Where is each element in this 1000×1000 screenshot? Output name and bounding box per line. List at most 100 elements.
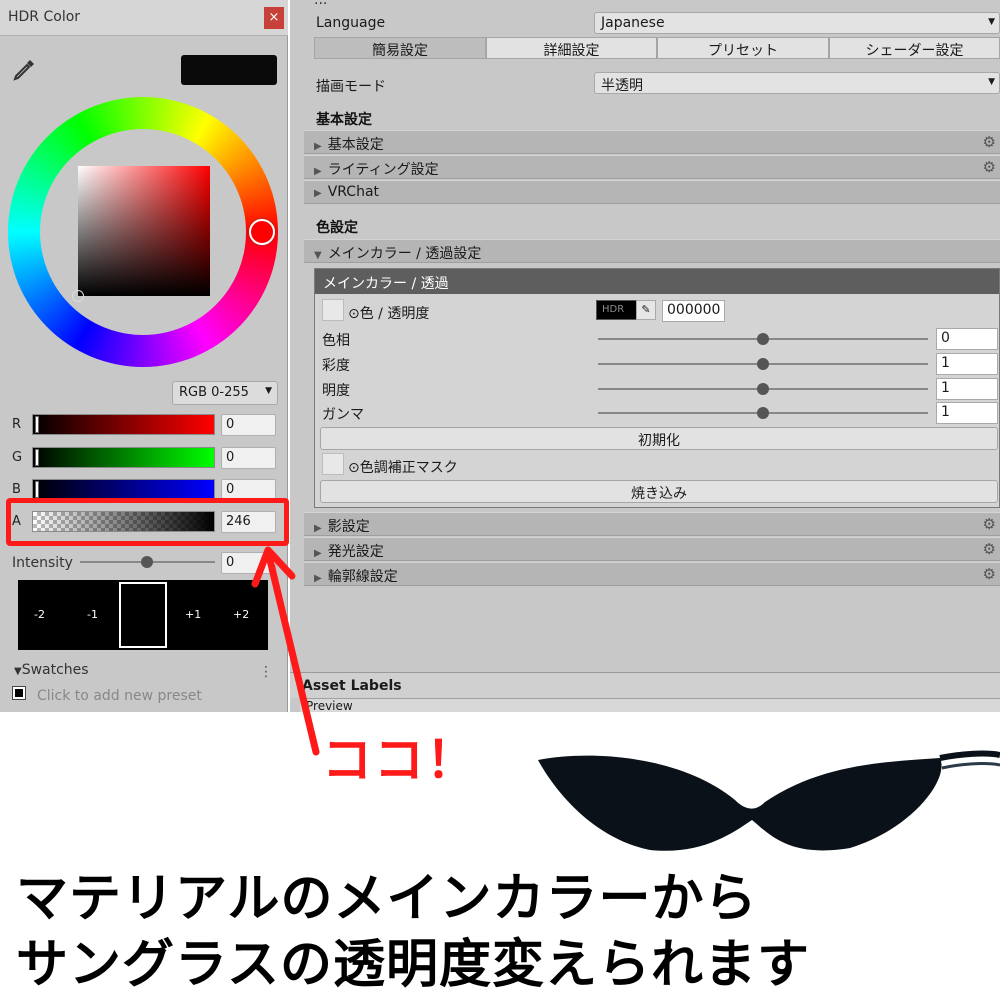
bake-button[interactable]: 焼き込み (320, 480, 998, 503)
intensity-value-field[interactable]: 0 (221, 552, 276, 574)
saturation-value-handle[interactable] (72, 290, 84, 302)
language-value: Japanese (601, 15, 665, 31)
intensity-slider-thumb[interactable] (141, 556, 153, 568)
gear-icon[interactable]: ⚙ (983, 565, 996, 583)
triangle-right-icon: ▶ (314, 548, 322, 559)
swatches-foldout[interactable]: ▼Swatches (14, 662, 89, 678)
truncated-heading: ... (314, 0, 328, 8)
render-mode-value: 半透明 (601, 78, 643, 94)
chevron-down-icon: ▼ (988, 17, 995, 27)
intensity-stop[interactable]: +2 (233, 608, 249, 621)
triangle-down-icon: ▼ (14, 666, 22, 677)
color-preview-swatch (181, 55, 277, 85)
fold-shadow-settings[interactable]: ▶ 影設定 ⚙ (304, 512, 1000, 536)
gear-icon[interactable]: ⚙ (983, 133, 996, 151)
color-mode-select[interactable]: RGB 0-255 ▼ (172, 381, 278, 405)
color-mode-value: RGB 0-255 (179, 385, 249, 400)
brightness-slider-thumb[interactable] (757, 383, 769, 395)
saturation-slider-thumb[interactable] (757, 358, 769, 370)
hdr-color-titlebar: HDR Color × (0, 0, 288, 36)
tab-simple-settings[interactable]: 簡易設定 (314, 37, 486, 59)
close-button[interactable]: × (264, 7, 284, 29)
brightness-label: 明度 (322, 383, 350, 399)
fold-emission-settings[interactable]: ▶ 発光設定 ⚙ (304, 537, 1000, 561)
fold-label: ライティング設定 (327, 162, 439, 178)
kebab-menu-icon[interactable]: ⋮ (259, 664, 273, 680)
triangle-right-icon: ▶ (314, 523, 322, 534)
intensity-swatch-strip: -2 -1 +1 +2 (18, 580, 268, 650)
intensity-stop[interactable]: -1 (87, 608, 98, 621)
alpha-highlight-box (6, 498, 289, 546)
slider-knob[interactable] (35, 416, 39, 433)
hue-value-field[interactable]: 0 (936, 328, 998, 350)
caption-line-1: マテリアルのメインカラーから (16, 869, 758, 929)
saturation-value-field[interactable]: 1 (936, 353, 998, 375)
color-field-swatch[interactable]: HDR (596, 300, 640, 320)
fold-label: 基本設定 (327, 137, 384, 153)
reset-button[interactable]: 初期化 (320, 427, 998, 450)
eyedropper-icon[interactable]: ✎ (636, 300, 656, 320)
fold-label: 輪郭線設定 (327, 569, 398, 585)
render-mode-label: 描画モード (316, 79, 386, 95)
gear-icon[interactable]: ⚙ (983, 158, 996, 176)
intensity-stop[interactable]: +1 (185, 608, 201, 621)
saturation-value-square[interactable] (78, 166, 210, 296)
fold-main-color[interactable]: ▼ メインカラー / 透過設定 (304, 239, 1000, 263)
tab-detail-settings[interactable]: 詳細設定 (486, 37, 657, 59)
channel-label-r: R (12, 417, 22, 432)
material-inspector: ... Language Japanese ▼ 簡易設定 詳細設定 プリセット … (290, 0, 1000, 712)
fold-label: メインカラー / 透過設定 (327, 246, 482, 262)
color-toggle-checkbox[interactable] (322, 299, 344, 321)
asset-labels-bar[interactable]: Asset Labels (290, 672, 1000, 698)
asset-labels-title: Asset Labels (302, 678, 402, 694)
mask-toggle-checkbox[interactable] (322, 453, 344, 475)
fold-lighting-settings[interactable]: ▶ ライティング設定 ⚙ (304, 155, 1000, 179)
channel-label-g: G (12, 450, 23, 465)
fold-outline-settings[interactable]: ▶ 輪郭線設定 ⚙ (304, 562, 1000, 586)
add-preset-hint: Click to add new preset (37, 688, 202, 704)
hdr-color-window: HDR Color × RGB 0-255 ▼ R 0 G 0 B 0 A 24… (0, 0, 289, 712)
slider-knob[interactable] (35, 481, 39, 498)
preview-bar[interactable]: Preview (300, 698, 1000, 712)
red-channel-slider[interactable] (32, 414, 215, 435)
fold-label: VRChat (327, 184, 380, 200)
slider-knob[interactable] (35, 449, 39, 466)
caption-line-2: サングラスの透明度変えられます (16, 935, 810, 995)
triangle-right-icon: ▶ (314, 573, 322, 584)
intensity-stop[interactable]: -2 (34, 608, 45, 621)
current-intensity-swatch (119, 582, 167, 648)
gamma-slider-thumb[interactable] (757, 407, 769, 419)
tab-shader-settings[interactable]: シェーダー設定 (829, 37, 1000, 59)
fold-label: 発光設定 (327, 544, 384, 560)
preset-swatch[interactable] (12, 686, 26, 700)
language-select[interactable]: Japanese ▼ (594, 12, 1000, 34)
fold-basic-settings[interactable]: ▶ 基本設定 ⚙ (304, 130, 1000, 154)
tab-presets[interactable]: プリセット (657, 37, 829, 59)
chevron-down-icon: ▼ (265, 386, 272, 396)
main-color-panel-header: メインカラー / 透過 (315, 269, 999, 294)
intensity-label: Intensity (12, 555, 73, 571)
hue-slider-thumb[interactable] (757, 333, 769, 345)
eyedropper-icon[interactable] (10, 56, 38, 84)
preview-title: Preview (306, 699, 353, 712)
hex-color-field[interactable]: 000000 (662, 300, 725, 322)
green-value-field[interactable]: 0 (221, 447, 276, 469)
brightness-value-field[interactable]: 1 (936, 378, 998, 400)
red-value-field[interactable]: 0 (221, 414, 276, 436)
fold-label: 影設定 (327, 519, 370, 535)
blue-channel-slider[interactable] (32, 479, 215, 500)
hdr-color-title: HDR Color (8, 9, 81, 25)
fold-vrchat[interactable]: ▶ VRChat (304, 180, 1000, 204)
gamma-value-field[interactable]: 1 (936, 402, 998, 424)
gear-icon[interactable]: ⚙ (983, 540, 996, 558)
hue-label: 色相 (322, 333, 350, 349)
channel-label-b: B (12, 482, 21, 497)
saturation-label: 彩度 (322, 358, 350, 374)
render-mode-select[interactable]: 半透明 ▼ (594, 72, 1000, 94)
triangle-right-icon: ▶ (314, 188, 322, 199)
hue-handle[interactable] (249, 219, 275, 245)
triangle-right-icon: ▶ (314, 166, 322, 177)
color-settings-header: 色設定 (316, 220, 358, 236)
gear-icon[interactable]: ⚙ (983, 515, 996, 533)
green-channel-slider[interactable] (32, 447, 215, 468)
